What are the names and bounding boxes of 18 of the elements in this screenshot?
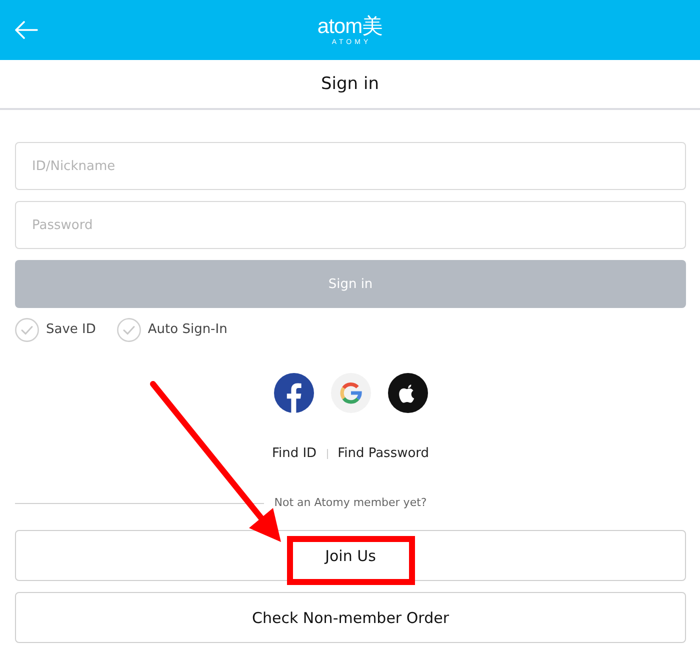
member-prompt: Not an Atomy member yet?: [274, 495, 427, 511]
logo-wordmark: atom美: [317, 16, 383, 38]
back-button[interactable]: [12, 19, 40, 41]
save-id-checkbox[interactable]: [15, 318, 39, 342]
find-link[interactable]: Find Password: [338, 444, 430, 464]
auto-sign-in-checkbox[interactable]: [116, 318, 141, 342]
back-arrow-icon: [14, 21, 38, 39]
non-member-order-button[interactable]: Check Non-member Order: [15, 592, 686, 643]
id-field[interactable]: ID/Nickname: [15, 142, 686, 190]
checkbox-label[interactable]: Save ID: [46, 321, 96, 339]
password-field[interactable]: Password: [15, 201, 686, 249]
apple-icon[interactable]: [388, 373, 428, 413]
page-title: Sign in: [321, 73, 379, 95]
google-icon[interactable]: [330, 373, 370, 413]
find-link[interactable]: Find ID: [272, 444, 317, 464]
facebook-icon[interactable]: [274, 373, 314, 413]
join-button[interactable]: Join Us: [15, 530, 686, 581]
checkbox-label[interactable]: Auto Sign-In: [148, 321, 228, 339]
